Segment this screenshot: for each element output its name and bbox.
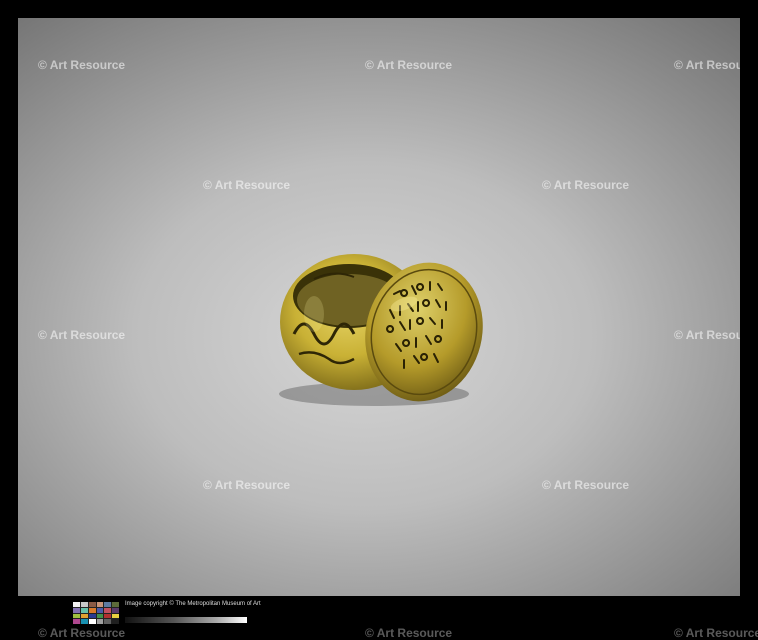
watermark: © Art Resource <box>203 478 291 492</box>
color-swatch <box>112 607 119 613</box>
color-swatch <box>73 613 80 619</box>
watermark: © Art Resource <box>542 478 630 492</box>
watermark: © Art Resource <box>38 58 126 72</box>
gold-ring <box>279 254 483 406</box>
watermark: © Art Resource <box>674 626 758 640</box>
watermark: © Art Resource <box>365 626 453 640</box>
color-swatch <box>88 619 96 624</box>
color-swatch <box>73 607 80 613</box>
color-swatch <box>80 619 88 624</box>
color-swatch <box>112 619 119 624</box>
watermark: © Art Resource <box>38 626 126 640</box>
watermark: © Art Resource <box>542 178 630 192</box>
color-swatch <box>96 613 104 619</box>
image-footer: Image copyright © The Metropolitan Museu… <box>0 596 758 640</box>
color-swatch <box>96 607 104 613</box>
color-swatch <box>88 607 96 613</box>
color-swatch <box>80 607 88 613</box>
color-swatch <box>96 619 104 624</box>
color-swatch <box>80 602 88 607</box>
color-swatch <box>112 613 119 619</box>
color-swatch <box>88 613 96 619</box>
color-swatch <box>104 602 112 607</box>
color-swatch <box>73 602 80 607</box>
color-swatch <box>88 602 96 607</box>
color-swatch <box>96 602 104 607</box>
color-swatch <box>80 613 88 619</box>
color-swatch <box>104 613 112 619</box>
copyright-notice: Image copyright © The Metropolitan Museu… <box>125 601 261 607</box>
color-swatch <box>112 602 119 607</box>
watermark: © Art Resource <box>203 178 291 192</box>
color-swatch <box>104 619 112 624</box>
color-swatch <box>104 607 112 613</box>
watermark: © Art Resource <box>674 58 740 72</box>
watermark: © Art Resource <box>674 328 740 342</box>
color-checker-chart <box>73 602 119 624</box>
watermark: © Art Resource <box>38 328 126 342</box>
color-swatch <box>73 619 80 624</box>
grayscale-strip <box>125 617 247 623</box>
artwork-photo: © Art Resource © Art Resource © Art Reso… <box>18 18 740 596</box>
watermark: © Art Resource <box>365 58 453 72</box>
